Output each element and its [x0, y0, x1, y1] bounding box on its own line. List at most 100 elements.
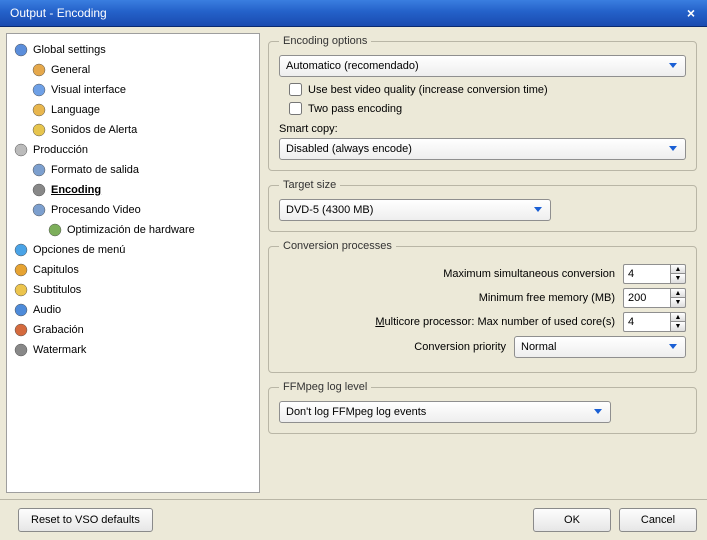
audio-icon — [13, 302, 29, 318]
close-icon[interactable]: × — [681, 4, 701, 22]
group-legend: Target size — [279, 179, 340, 191]
globe-icon — [13, 42, 29, 58]
spin-up-icon[interactable]: ▲ — [671, 288, 686, 298]
tree-item-language[interactable]: Language — [11, 100, 255, 120]
tree-item-label: Procesando Video — [51, 204, 141, 216]
chapters-icon — [13, 262, 29, 278]
gear2-icon — [31, 182, 47, 198]
tree-item-label: Optimización de hardware — [67, 224, 195, 236]
menu-icon — [13, 242, 29, 258]
globe2-icon — [31, 102, 47, 118]
best-quality-checkbox[interactable] — [289, 83, 302, 96]
film-icon — [31, 162, 47, 178]
smart-copy-combo[interactable]: Disabled (always encode) — [279, 138, 686, 160]
min-mem-spinner[interactable]: ▲▼ — [623, 288, 686, 308]
tree-item-label: Watermark — [33, 344, 86, 356]
tree-item-formato-de-salida[interactable]: Formato de salida — [11, 160, 255, 180]
min-mem-input[interactable] — [623, 288, 671, 308]
priority-combo[interactable]: Normal — [514, 336, 686, 358]
tree-item-sonidos-de-alerta[interactable]: Sonidos de Alerta — [11, 120, 255, 140]
window-title: Output - Encoding — [6, 6, 681, 20]
body: Global settings General Visual interface La… — [0, 27, 707, 499]
tree-item-capitulos[interactable]: Capitulos — [11, 260, 255, 280]
combo-value: Normal — [521, 341, 665, 353]
ok-button[interactable]: OK — [533, 508, 611, 532]
disc-icon — [13, 142, 29, 158]
chevron-down-icon — [665, 58, 681, 74]
speaker-icon — [31, 122, 47, 138]
chevron-down-icon — [590, 404, 606, 420]
chevron-down-icon — [530, 202, 546, 218]
group-legend: Encoding options — [279, 35, 371, 47]
smart-copy-label: Smart copy: — [279, 123, 686, 135]
chip-icon — [47, 222, 63, 238]
cancel-button[interactable]: Cancel — [619, 508, 697, 532]
multicore-spinner[interactable]: ▲▼ — [623, 312, 686, 332]
combo-value: Automatico (recomendado) — [286, 60, 665, 72]
tree-item-label: Sonidos de Alerta — [51, 124, 137, 136]
tree-item-label: Language — [51, 104, 100, 116]
tree-item-label: Encoding — [51, 184, 101, 196]
combo-value: Don't log FFMpeg log events — [286, 406, 590, 418]
encoding-preset-combo[interactable]: Automatico (recomendado) — [279, 55, 686, 77]
tree-item-producci-n[interactable]: Producción — [11, 140, 255, 160]
tree-item-label: Opciones de menú — [33, 244, 125, 256]
best-quality-checkbox-row[interactable]: Use best video quality (increase convers… — [289, 83, 686, 96]
tree-item-label: Audio — [33, 304, 61, 316]
tree-item-general[interactable]: General — [11, 60, 255, 80]
spin-down-icon[interactable]: ▼ — [671, 322, 686, 332]
titlebar: Output - Encoding × — [0, 0, 707, 27]
tree-item-global-settings[interactable]: Global settings — [11, 40, 255, 60]
tree-item-procesando-video[interactable]: Procesando Video — [11, 200, 255, 220]
ffmpeg-log-combo[interactable]: Don't log FFMpeg log events — [279, 401, 611, 423]
footer: Reset to VSO defaults OK Cancel — [0, 499, 707, 540]
tree-item-optimizaci-n-de-hardware[interactable]: Optimización de hardware — [11, 220, 255, 240]
two-pass-label: Two pass encoding — [308, 103, 402, 115]
combo-value: Disabled (always encode) — [286, 143, 665, 155]
monitor-icon — [31, 82, 47, 98]
main-panel: Encoding options Automatico (recomendado… — [266, 33, 701, 493]
settings-tree: Global settings General Visual interface La… — [11, 40, 255, 360]
spin-up-icon[interactable]: ▲ — [671, 264, 686, 274]
spin-down-icon[interactable]: ▼ — [671, 298, 686, 308]
tree-item-label: Capitulos — [33, 264, 79, 276]
min-mem-label: Minimum free memory (MB) — [479, 292, 615, 304]
max-conv-spinner[interactable]: ▲▼ — [623, 264, 686, 284]
subs-icon — [13, 282, 29, 298]
tree-item-label: Global settings — [33, 44, 106, 56]
tree-item-audio[interactable]: Audio — [11, 300, 255, 320]
tree-item-grabaci-n[interactable]: Grabación — [11, 320, 255, 340]
tree-item-label: Producción — [33, 144, 88, 156]
two-pass-checkbox-row[interactable]: Two pass encoding — [289, 102, 686, 115]
combo-value: DVD-5 (4300 MB) — [286, 204, 530, 216]
group-legend: FFMpeg log level — [279, 381, 371, 393]
target-size-combo[interactable]: DVD-5 (4300 MB) — [279, 199, 551, 221]
tree-item-label: Grabación — [33, 324, 84, 336]
two-pass-checkbox[interactable] — [289, 102, 302, 115]
priority-label: Conversion priority — [414, 341, 506, 353]
group-legend: Conversion processes — [279, 240, 396, 252]
spin-down-icon[interactable]: ▼ — [671, 274, 686, 284]
spin-up-icon[interactable]: ▲ — [671, 312, 686, 322]
tree-item-label: General — [51, 64, 90, 76]
multicore-label: MMulticore processor: Max number of used… — [375, 316, 615, 328]
tree-item-encoding[interactable]: Encoding — [11, 180, 255, 200]
max-conv-label: Maximum simultaneous conversion — [443, 268, 615, 280]
multicore-input[interactable] — [623, 312, 671, 332]
tree-item-visual-interface[interactable]: Visual interface — [11, 80, 255, 100]
sidebar: Global settings General Visual interface La… — [6, 33, 260, 493]
watermark-icon — [13, 342, 29, 358]
tree-item-label: Subtitulos — [33, 284, 81, 296]
chevron-down-icon — [665, 141, 681, 157]
tree-item-opciones-de-men-[interactable]: Opciones de menú — [11, 240, 255, 260]
reset-defaults-button[interactable]: Reset to VSO defaults — [18, 508, 153, 532]
tree-item-subtitulos[interactable]: Subtitulos — [11, 280, 255, 300]
encoding-options-group: Encoding options Automatico (recomendado… — [268, 35, 697, 171]
target-size-group: Target size DVD-5 (4300 MB) — [268, 179, 697, 232]
tree-item-label: Formato de salida — [51, 164, 139, 176]
conversion-processes-group: Conversion processes Maximum simultaneou… — [268, 240, 697, 373]
best-quality-label: Use best video quality (increase convers… — [308, 84, 548, 96]
gear-icon — [31, 62, 47, 78]
tree-item-watermark[interactable]: Watermark — [11, 340, 255, 360]
max-conv-input[interactable] — [623, 264, 671, 284]
